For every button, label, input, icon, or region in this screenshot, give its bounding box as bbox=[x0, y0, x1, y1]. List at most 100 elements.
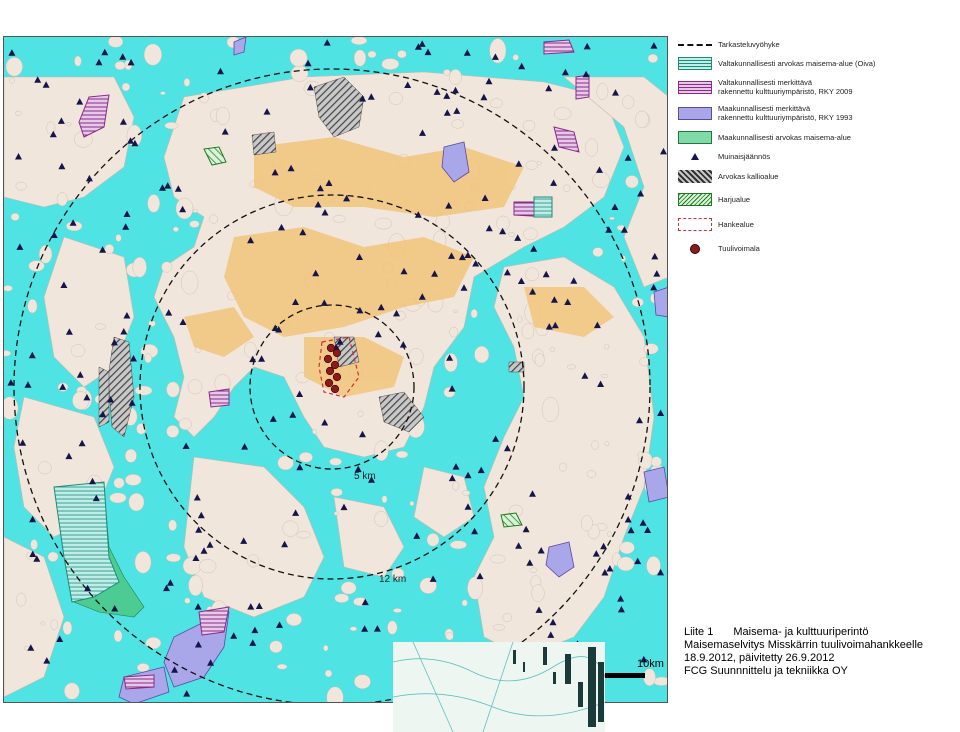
island bbox=[567, 364, 577, 370]
red-dashed-box-icon bbox=[678, 218, 712, 231]
island bbox=[523, 227, 538, 241]
island bbox=[166, 553, 181, 563]
island bbox=[643, 668, 656, 687]
legend-item-study-zone: Tarkasteluvyöhyke bbox=[678, 40, 780, 49]
island bbox=[452, 481, 460, 491]
map-area[interactable]: 5 km 12 km bbox=[3, 36, 668, 703]
island bbox=[30, 539, 38, 550]
legend-item-project-area: Hankealue bbox=[678, 218, 754, 231]
legend-item-esker: Harjualue bbox=[678, 193, 750, 206]
turbine-marker bbox=[325, 366, 335, 376]
island bbox=[4, 350, 11, 357]
island bbox=[247, 554, 260, 568]
island bbox=[145, 637, 162, 650]
island bbox=[563, 184, 571, 193]
island bbox=[619, 541, 635, 555]
island bbox=[646, 556, 661, 576]
island bbox=[324, 669, 333, 678]
island bbox=[449, 540, 467, 550]
island bbox=[596, 83, 609, 100]
map-canvas: 5 km 12 km bbox=[4, 37, 667, 702]
island bbox=[108, 37, 124, 48]
island bbox=[192, 209, 198, 213]
island bbox=[397, 50, 407, 59]
island bbox=[357, 410, 364, 417]
island bbox=[490, 554, 506, 564]
turbine-marker bbox=[332, 372, 342, 382]
legend-label: Hankealue bbox=[718, 220, 754, 229]
island bbox=[521, 323, 535, 340]
scale-label: 10km bbox=[637, 658, 664, 670]
island bbox=[349, 626, 358, 632]
island bbox=[109, 492, 127, 504]
island bbox=[592, 247, 604, 257]
island bbox=[388, 92, 403, 105]
island bbox=[529, 567, 538, 573]
island bbox=[581, 515, 593, 532]
island bbox=[94, 323, 106, 330]
island bbox=[502, 612, 512, 623]
island bbox=[62, 621, 73, 635]
legend-label: Maakunnallisesti merkittävä rakennettu k… bbox=[718, 104, 853, 122]
island bbox=[65, 122, 72, 127]
legend-item-monument: Muinaisjäännös bbox=[678, 150, 770, 163]
lavender-fill-icon bbox=[678, 106, 712, 120]
island bbox=[50, 619, 59, 630]
turbine-marker bbox=[324, 378, 334, 388]
island bbox=[617, 556, 635, 572]
red-dot-icon bbox=[678, 242, 712, 255]
island bbox=[215, 106, 230, 125]
island bbox=[647, 53, 659, 63]
island bbox=[496, 215, 510, 231]
island bbox=[136, 663, 150, 672]
island bbox=[534, 353, 545, 367]
island bbox=[512, 54, 519, 61]
island bbox=[367, 50, 377, 59]
island bbox=[408, 348, 424, 365]
island bbox=[443, 69, 451, 76]
island bbox=[374, 217, 393, 230]
island bbox=[178, 418, 192, 430]
island bbox=[522, 119, 536, 132]
turbine-marker bbox=[332, 348, 342, 358]
island bbox=[164, 121, 179, 130]
island bbox=[64, 682, 80, 700]
island bbox=[333, 511, 339, 516]
inset-canvas bbox=[393, 642, 605, 732]
island bbox=[115, 234, 122, 242]
island bbox=[374, 440, 389, 461]
island bbox=[160, 91, 166, 96]
appendix-label: Liite 1 bbox=[684, 626, 714, 638]
island bbox=[604, 343, 610, 350]
island bbox=[209, 214, 218, 224]
island bbox=[334, 593, 350, 603]
purple-hatch-icon bbox=[678, 80, 712, 94]
triangle-icon bbox=[678, 150, 712, 163]
island bbox=[187, 379, 203, 395]
island bbox=[332, 214, 346, 223]
island bbox=[651, 456, 662, 468]
island bbox=[329, 457, 342, 466]
island bbox=[183, 78, 191, 87]
legend-item-national-landscape: Valtakunnallisesti arvokas maisema-alue … bbox=[678, 57, 875, 70]
island bbox=[181, 270, 199, 295]
island bbox=[426, 533, 440, 547]
island bbox=[147, 194, 160, 213]
legend: Tarkasteluvyöhyke Valtakunnallisesti arv… bbox=[670, 40, 955, 310]
island bbox=[559, 462, 567, 472]
island bbox=[161, 261, 173, 273]
caption-title: Maisema- ja kulttuuriperintö bbox=[733, 626, 869, 638]
island bbox=[409, 501, 415, 507]
island bbox=[461, 599, 468, 607]
island bbox=[531, 584, 545, 603]
legend-item-turbine: Tuulivoimala bbox=[678, 242, 760, 255]
island bbox=[395, 450, 409, 459]
island bbox=[381, 58, 400, 70]
island bbox=[350, 37, 368, 45]
island bbox=[47, 551, 59, 562]
island bbox=[453, 309, 458, 313]
legend-item-regional-landscape: Maakunnallisesti arvokas maisema-alue bbox=[678, 131, 851, 144]
caption-line-3: 18.9.2012, päivitetty 26.9.2012 bbox=[684, 652, 835, 664]
island bbox=[296, 531, 311, 539]
island bbox=[585, 138, 598, 157]
